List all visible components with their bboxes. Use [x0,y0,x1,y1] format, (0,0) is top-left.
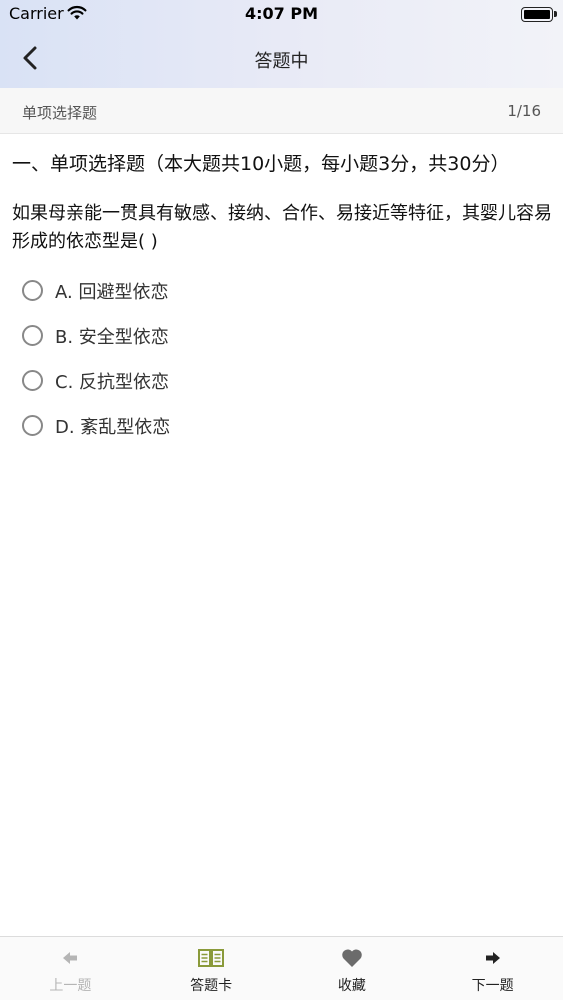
page-title: 答题中 [254,51,309,72]
option-d[interactable]: D. 紊乱型依恋 [12,403,552,448]
radio-circle-icon[interactable] [22,325,43,346]
tab-favorite[interactable]: 收藏 [282,937,423,1000]
section-heading: 一、单项选择题（本大题共10小题，每小题3分，共30分） [12,153,510,175]
option-label: B. 安全型依恋 [55,326,169,348]
question-subheader: 单项选择题 1/16 [0,88,563,134]
tab-label: 下一题 [471,978,514,994]
battery-icon [521,7,553,22]
bottom-tabbar: 上一题 答题卡 收藏 下一题 [0,936,563,1000]
tab-label: 收藏 [337,978,366,994]
option-c[interactable]: C. 反抗型依恋 [12,358,552,403]
heart-icon [341,947,363,969]
option-label: C. 反抗型依恋 [55,371,170,393]
book-icon [197,947,225,969]
tab-label: 答题卡 [190,978,233,994]
radio-circle-icon[interactable] [22,415,43,436]
option-label: D. 紊乱型依恋 [55,416,171,438]
option-label: A. 回避型依恋 [55,281,169,303]
radio-circle-icon[interactable] [22,280,43,301]
nav-bar: 答题中 [0,30,563,88]
tab-previous-question[interactable]: 上一题 [0,937,141,1000]
status-bar: Carrier 4:07 PM [0,0,563,30]
section-type-label: 单项选择题 [22,104,98,122]
question-text: 如果母亲能一贯具有敏感、接纳、合作、易接近等特征，其婴儿容易形成的依恋型是( ) [12,203,552,252]
status-time: 4:07 PM [244,4,318,23]
arrow-right-icon [484,947,502,969]
options-list: A. 回避型依恋 B. 安全型依恋 C. 反抗型依恋 D. 紊乱型依恋 [12,268,552,448]
arrow-left-icon [61,947,79,969]
option-b[interactable]: B. 安全型依恋 [12,313,552,358]
option-a[interactable]: A. 回避型依恋 [12,268,552,313]
battery-tip [554,11,557,17]
tab-next-question[interactable]: 下一题 [422,937,563,1000]
question-content: 一、单项选择题（本大题共10小题，每小题3分，共30分） 如果母亲能一贯具有敏感… [12,150,552,448]
radio-circle-icon[interactable] [22,370,43,391]
header-area: Carrier 4:07 PM 答题中 [0,0,563,88]
tab-answer-card[interactable]: 答题卡 [141,937,282,1000]
question-progress: 1/16 [507,102,541,120]
tab-label: 上一题 [49,978,92,994]
